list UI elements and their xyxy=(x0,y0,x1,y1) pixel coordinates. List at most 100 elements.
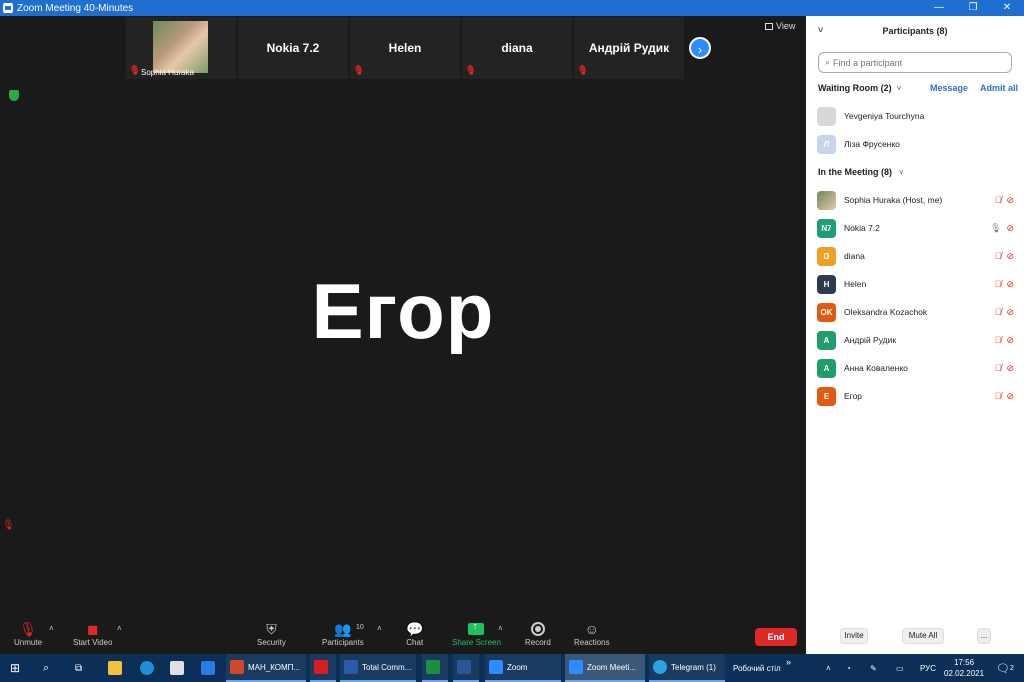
video-off-icon: ⊘ xyxy=(1006,306,1014,317)
task-view-button[interactable]: ⧉ xyxy=(75,654,82,682)
taskbar-clock[interactable]: 17:56 02.02.2021 xyxy=(944,657,984,679)
mic-muted-icon[interactable]: 🎙̸ xyxy=(995,251,1002,262)
participant-name: Анна Коваленко xyxy=(844,363,908,373)
list-item[interactable]: A Анна Коваленко 🎙̸ ⊘ xyxy=(806,354,1024,382)
list-item[interactable]: Yevgeniya Tourchyna xyxy=(806,102,1024,130)
list-item[interactable]: D diana 🎙̸ ⊘ xyxy=(806,242,1024,270)
avatar: E xyxy=(817,386,836,406)
participant-name: Oleksandra Kozachok xyxy=(844,307,928,317)
thumbnail[interactable]: 🎙 Sophia Huraka xyxy=(126,17,236,79)
encryption-shield-icon[interactable] xyxy=(9,90,19,101)
in-meeting-header[interactable]: In the Meeting (8) ˅ xyxy=(818,167,904,177)
video-off-icon: ⊘ xyxy=(1006,278,1014,289)
end-meeting-button[interactable]: End xyxy=(755,628,797,646)
clock-date: 02.02.2021 xyxy=(944,669,985,678)
list-item[interactable]: Л Ліза Фрусенко xyxy=(806,130,1024,158)
list-item[interactable]: H Helen 🎙̸ ⊘ xyxy=(806,270,1024,298)
maximize-button[interactable]: ❐ xyxy=(956,0,990,16)
search-button[interactable]: ⌕ xyxy=(43,654,49,682)
chevron-down-icon[interactable]: ˅ xyxy=(897,84,902,93)
mic-muted-icon[interactable]: 🎙̸ xyxy=(995,335,1002,346)
mic-muted-icon[interactable]: 🎙̸ xyxy=(995,195,1002,206)
participants-count: 10 xyxy=(356,624,364,631)
list-item[interactable]: Sophia Huraka (Host, me) 🎙̸ ⊘ xyxy=(806,186,1024,214)
taskbar-app-word[interactable] xyxy=(453,654,479,682)
thumbnail-strip: 🎙 Sophia Huraka Nokia 7.2 Helen 🎙 diana … xyxy=(126,17,684,79)
search-input[interactable] xyxy=(833,57,1004,68)
next-page-button[interactable]: › xyxy=(689,37,711,59)
share-options-caret[interactable]: ˄ xyxy=(498,624,503,633)
mic-muted-icon[interactable]: 🎙̸ xyxy=(995,363,1002,374)
mute-all-button[interactable]: Mute All xyxy=(902,628,944,644)
avatar: A xyxy=(817,330,836,350)
thumbnail[interactable]: Helen 🎙 xyxy=(350,17,460,79)
mic-muted-icon[interactable]: 🎙̸ xyxy=(995,307,1002,318)
unmute-button[interactable]: 🎙 Unmute xyxy=(14,620,42,647)
security-button[interactable]: ⛨ Security xyxy=(257,620,286,647)
file-explorer-button[interactable] xyxy=(108,654,122,682)
edge-button[interactable] xyxy=(140,654,154,682)
chat-button[interactable]: 💬 Chat xyxy=(406,620,423,647)
participant-search[interactable]: ⌕ xyxy=(818,52,1012,73)
taskbar-app-zoom[interactable]: Zoom xyxy=(485,654,561,682)
share-screen-label: Share Screen xyxy=(452,638,501,647)
record-label: Record xyxy=(525,638,551,647)
message-button[interactable]: Message xyxy=(930,83,968,93)
invite-button[interactable]: Invite xyxy=(840,628,868,644)
view-button[interactable]: View xyxy=(765,21,795,31)
share-screen-button[interactable]: Share Screen xyxy=(452,620,501,647)
list-item[interactable]: A Андрій Рудик 🎙̸ ⊘ xyxy=(806,326,1024,354)
panel-header: ˅ Participants (8) xyxy=(806,16,1024,46)
mic-muted-icon[interactable]: 🎙̸ xyxy=(995,391,1002,402)
waiting-room-list: Yevgeniya Tourchyna Л Ліза Фрусенко xyxy=(806,102,1024,158)
search-icon: ⌕ xyxy=(43,661,50,674)
taskbar-app-powerpoint[interactable]: МАН_КОМП... xyxy=(226,654,306,682)
taskbar-app-total-commander[interactable]: Total Comm... xyxy=(340,654,416,682)
taskbar-app-label: Telegram (1) xyxy=(671,662,716,672)
mail-button[interactable] xyxy=(201,654,215,682)
store-button[interactable] xyxy=(170,654,184,682)
list-item[interactable]: OK Oleksandra Kozachok 🎙̸ ⊘ xyxy=(806,298,1024,326)
participants-options-caret[interactable]: ˄ xyxy=(377,624,382,633)
admit-all-button[interactable]: Admit all xyxy=(980,83,1018,93)
mic-icon[interactable]: 🎙 xyxy=(990,223,1001,234)
minimize-button[interactable]: — xyxy=(922,0,956,16)
thumbnail-name: Nokia 7.2 xyxy=(266,41,320,55)
thumbnail-name: Sophia Huraka xyxy=(141,68,194,77)
more-options-button[interactable]: ... xyxy=(977,628,991,644)
taskbar-app-excel[interactable] xyxy=(422,654,448,682)
taskbar-app-telegram[interactable]: Telegram (1) xyxy=(649,654,725,682)
battery-icon[interactable]: ▭ xyxy=(896,654,904,682)
toolbar-expand-icon[interactable]: » xyxy=(786,648,791,676)
mic-muted-icon: 🎙 xyxy=(129,65,141,75)
participants-panel: ˅ Participants (8) ⌕ Waiting Room (2) ˅ … xyxy=(806,16,1024,654)
video-options-caret[interactable]: ˄ xyxy=(117,624,122,633)
audio-options-caret[interactable]: ˄ xyxy=(49,624,54,633)
thumbnail[interactable]: diana 🎙 xyxy=(462,17,572,79)
taskbar-app-downloader[interactable] xyxy=(310,654,336,682)
language-indicator[interactable]: РУС xyxy=(920,654,936,682)
pen-icon[interactable]: ✎ xyxy=(870,654,877,682)
chat-label: Chat xyxy=(406,638,424,647)
start-button[interactable]: ⊞ xyxy=(10,654,20,682)
desktop-toolbar[interactable]: Робочий стіл xyxy=(733,654,781,682)
list-item[interactable]: N7 Nokia 7.2 🎙 ⊘ xyxy=(806,214,1024,242)
record-button[interactable]: Record xyxy=(525,620,551,647)
store-icon xyxy=(170,661,184,675)
avatar: D xyxy=(817,246,836,266)
task-view-icon: ⧉ xyxy=(75,662,83,674)
tray-chevron-icon[interactable]: ˄ xyxy=(826,654,831,682)
taskbar-app-zoom-meeting[interactable]: Zoom Meeti... xyxy=(565,654,645,682)
close-button[interactable]: ✕ xyxy=(990,0,1024,16)
reactions-button[interactable]: ☺ Reactions xyxy=(574,620,610,647)
start-video-button[interactable]: ◼ Start Video xyxy=(73,620,112,647)
list-item[interactable]: E Егор 🎙̸ ⊘ xyxy=(806,382,1024,410)
mic-muted-icon[interactable]: 🎙̸ xyxy=(995,279,1002,290)
notifications-button[interactable]: 🗨 2 xyxy=(996,654,1014,682)
thumbnail[interactable]: Андрій Рудик 🎙 xyxy=(574,17,684,79)
network-icon[interactable]: ◔ xyxy=(846,654,851,682)
active-speaker-name: Егор xyxy=(311,267,495,355)
thumbnail[interactable]: Nokia 7.2 xyxy=(238,17,348,79)
chevron-down-icon[interactable]: ˅ xyxy=(818,25,823,35)
window-titlebar: Zoom Meeting 40-Minutes — ❐ ✕ xyxy=(0,0,1024,16)
